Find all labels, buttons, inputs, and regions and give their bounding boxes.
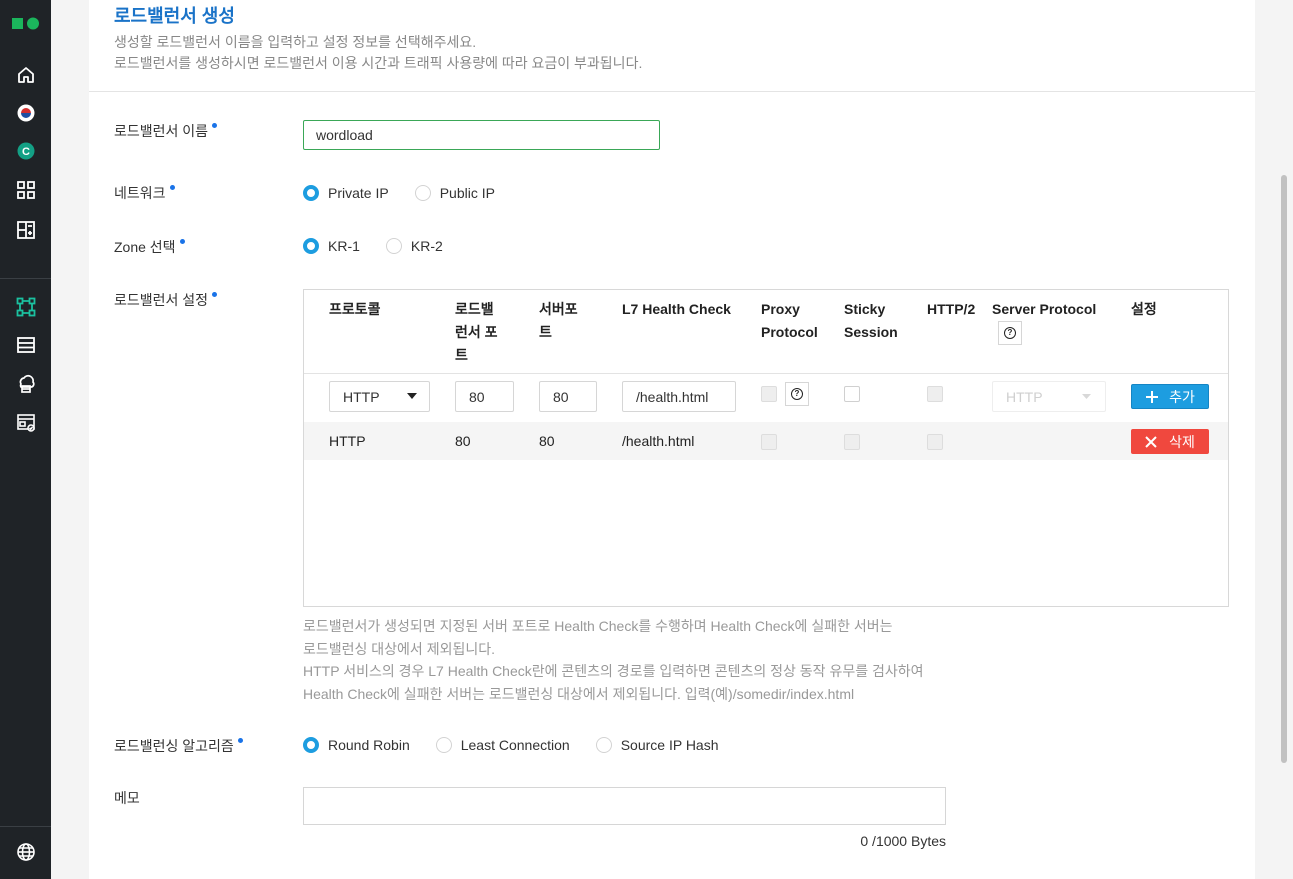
required-dot: [179, 239, 185, 244]
required-dot: [212, 123, 218, 128]
zone-label: Zone 선택: [114, 237, 185, 257]
radio-private-ip[interactable]: Private IP: [303, 185, 389, 201]
row-protocol: HTTP: [329, 433, 366, 449]
radio-zone-kr1[interactable]: KR-1: [303, 238, 360, 254]
th-proxy-protocol: Proxy Protocol: [761, 301, 818, 340]
memo-textarea[interactable]: [303, 787, 946, 825]
cloud-storage-icon[interactable]: [14, 372, 38, 396]
radio-zone-kr2[interactable]: KR-2: [385, 238, 443, 254]
th-server-protocol: Server Protocol: [992, 301, 1097, 317]
th-http2: HTTP/2: [927, 301, 976, 317]
add-button[interactable]: 추가: [1131, 384, 1209, 409]
algorithm-radio-group: Round Robin Least Connection Source IP H…: [303, 737, 745, 753]
radio-source-ip-hash[interactable]: Source IP Hash: [595, 737, 719, 753]
algorithm-label: 로드밸런싱 알고리즘: [114, 736, 243, 756]
row-lb-port: 80: [455, 433, 471, 449]
server-protocol-help-icon[interactable]: ?: [998, 321, 1022, 345]
memo-label: 메모: [114, 790, 140, 806]
lb-name-label: 로드밸런서 이름: [114, 121, 218, 141]
svg-text:C: C: [22, 146, 30, 158]
network-label: 네트워크: [114, 183, 175, 203]
row-sticky-checkbox: [844, 434, 860, 450]
health-check-note-4: Health Check에 실패한 서버는 로드밸런싱 대상에서 제외됩니다. …: [303, 686, 855, 702]
plus-icon: [1146, 390, 1159, 403]
required-dot: [169, 185, 175, 190]
protocol-select[interactable]: HTTP: [329, 381, 430, 412]
sidebar: C: [0, 0, 51, 879]
dashboard-icon[interactable]: [14, 218, 38, 242]
radio-public-ip[interactable]: Public IP: [414, 185, 495, 201]
lb-settings-label: 로드밸런서 설정: [114, 290, 218, 310]
lb-port-input[interactable]: 80: [455, 381, 514, 412]
radio-round-robin[interactable]: Round Robin: [303, 737, 410, 753]
sidebar-divider-bottom: [0, 826, 51, 827]
required-dot: [212, 292, 218, 297]
header-separator: [304, 373, 1228, 374]
proxy-protocol-help-icon[interactable]: ?: [785, 382, 809, 406]
health-check-note-2: 로드밸런싱 대상에서 제외됩니다.: [303, 641, 495, 657]
th-health-check: L7 Health Check: [622, 301, 731, 317]
network-icon[interactable]: [14, 295, 38, 319]
th-sticky-session: Sticky Session: [844, 301, 898, 340]
health-check-note-3: HTTP 서비스의 경우 L7 Health Check란에 콘텐츠의 경로를 …: [303, 663, 924, 679]
sidebar-divider: [0, 278, 51, 279]
http2-checkbox[interactable]: [927, 386, 943, 402]
page-scrollbar[interactable]: [1281, 175, 1287, 763]
korea-flag-icon[interactable]: [14, 101, 38, 125]
c-badge-icon[interactable]: C: [14, 139, 38, 163]
row-health-check: /health.html: [622, 433, 695, 449]
globe-icon[interactable]: [14, 840, 38, 864]
list-icon[interactable]: [14, 333, 38, 357]
required-dot: [237, 738, 243, 743]
header-divider: [89, 91, 1255, 92]
th-settings: 설정: [1131, 301, 1157, 317]
memo-byte-counter: 0 /1000 Bytes: [860, 833, 946, 849]
th-protocol: 프로토콜: [329, 301, 381, 317]
health-check-note-1: 로드밸런서가 생성되면 지정된 서버 포트로 Health Check를 수행하…: [303, 618, 893, 634]
chevron-down-icon: [1082, 393, 1091, 399]
chevron-down-icon: [407, 393, 417, 399]
th-lb-port: 로드밸 런서 포트: [455, 301, 498, 363]
page-description: 생성할 로드밸런서 이름을 입력하고 설정 정보를 선택해주세요.: [114, 34, 477, 50]
server-port-input[interactable]: 80: [539, 381, 597, 412]
radio-least-connection[interactable]: Least Connection: [435, 737, 570, 753]
sticky-session-checkbox[interactable]: [844, 386, 860, 402]
proxy-protocol-checkbox[interactable]: [761, 386, 777, 402]
row-proxy-checkbox: [761, 434, 777, 450]
zone-radio-group: KR-1 KR-2: [303, 238, 469, 254]
lb-name-input[interactable]: [303, 120, 660, 150]
grid-icon[interactable]: [14, 178, 38, 202]
server-protocol-select[interactable]: HTTP: [992, 381, 1106, 412]
page-title: 로드밸런서 생성: [114, 6, 235, 26]
row-server-port: 80: [539, 433, 555, 449]
th-server-port: 서버포 트: [539, 301, 578, 340]
report-icon[interactable]: [14, 411, 38, 435]
health-check-input[interactable]: /health.html: [622, 381, 736, 412]
network-radio-group: Private IP Public IP: [303, 185, 521, 201]
table-row: HTTP 80 80 /health.html 삭제: [304, 422, 1228, 460]
row-http2-checkbox: [927, 434, 943, 450]
lb-settings-table: 프로토콜 로드밸 런서 포트 서버포 트 L7 Health Check Proxy…: [303, 289, 1229, 607]
page-description-billing: 로드밸런서를 생성하시면 로드밸런서 이용 시간과 트래픽 사용량에 따라 요금…: [114, 55, 643, 71]
delete-button[interactable]: 삭제: [1131, 429, 1209, 454]
logo-icon[interactable]: [12, 16, 40, 35]
home-icon[interactable]: [14, 63, 38, 87]
close-icon: [1145, 435, 1157, 448]
